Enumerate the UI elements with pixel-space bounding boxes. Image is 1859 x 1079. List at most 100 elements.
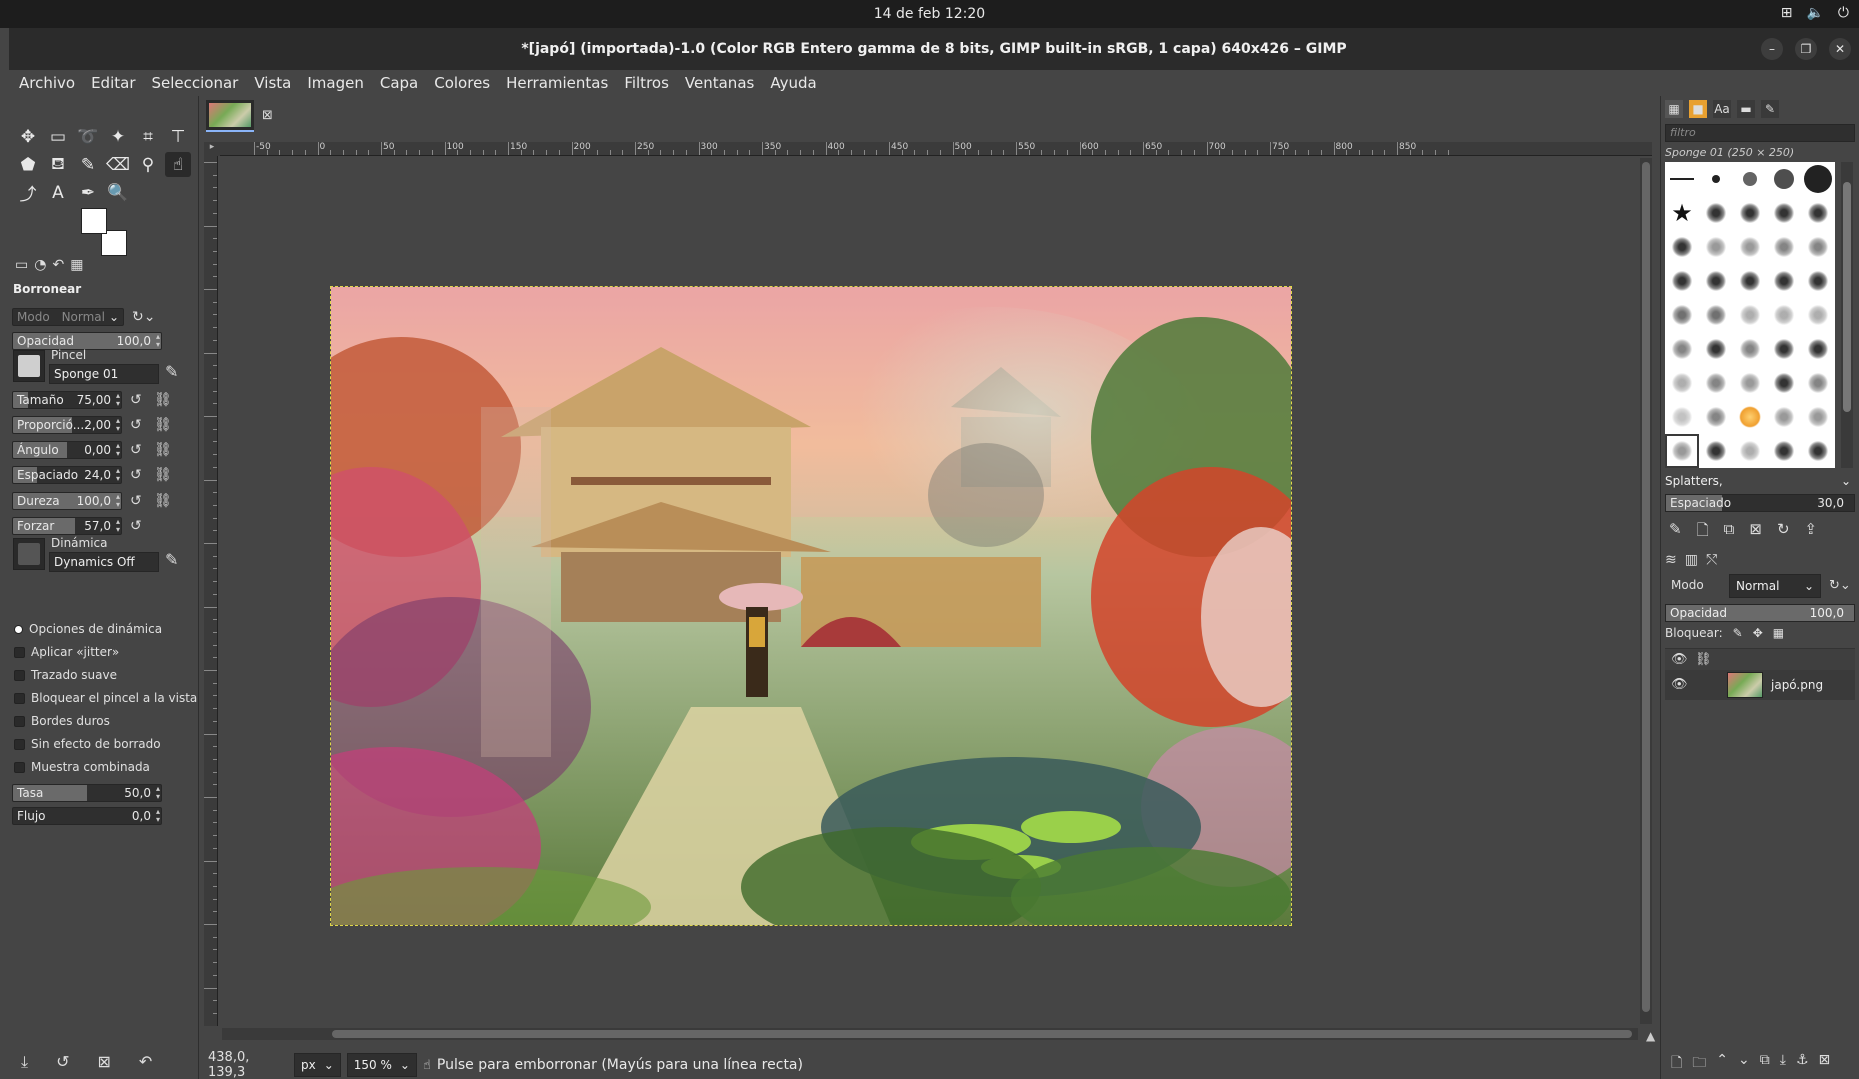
hardness-slider[interactable]: Dureza 100,0 ▴ ▾ [12, 492, 122, 510]
reset-options-icon[interactable]: ↶ [139, 1052, 152, 1072]
brush-item[interactable] [1699, 298, 1733, 332]
layer-row[interactable]: 👁 japó.png [1665, 670, 1855, 700]
mode-reset-icon[interactable]: ↻⌄ [132, 309, 155, 325]
delete-brush-icon[interactable]: ⊠ [1749, 520, 1762, 545]
brush-item[interactable] [1699, 230, 1733, 264]
layer-mode-dropdown[interactable]: Normal ⌄ [1729, 574, 1821, 598]
images-tab-icon[interactable]: ▦ [70, 257, 83, 273]
brushes-tab-icon[interactable]: ▦ [1665, 100, 1683, 118]
brush-item[interactable] [1665, 366, 1699, 400]
move-tool-icon[interactable]: ✥ [15, 124, 41, 149]
brush-item[interactable] [1733, 366, 1767, 400]
brush-item[interactable] [1699, 366, 1733, 400]
brush-item-sponge-selected[interactable] [1665, 434, 1699, 468]
hardness-reset-icon[interactable]: ↺ [130, 493, 142, 509]
lower-layer-icon[interactable]: ⌄ [1738, 1052, 1750, 1076]
brush-item[interactable] [1767, 366, 1801, 400]
zoom-dropdown[interactable]: 150 % ⌄ [346, 1053, 417, 1077]
close-image-icon[interactable]: ⊠ [262, 108, 273, 123]
brush-item[interactable] [1665, 298, 1699, 332]
smooth-stroke-checkbox[interactable] [14, 669, 25, 681]
size-slider[interactable]: Tamaño 75,00 ▴ ▾ [12, 391, 122, 409]
lock-alpha-icon[interactable]: ▦ [1773, 626, 1784, 640]
menu-imagen[interactable]: Imagen [305, 74, 365, 92]
eraser-tool-icon[interactable]: ⌫ [105, 152, 131, 177]
lock-position-icon[interactable]: ✥ [1753, 626, 1763, 640]
layer-visibility-icon[interactable]: 👁 [1671, 677, 1688, 692]
patterns-tab-icon[interactable]: ■ [1689, 100, 1707, 118]
channels-tab-icon[interactable]: ▥ [1685, 552, 1698, 568]
hardness-link-icon[interactable]: ⛓ [154, 493, 172, 509]
layers-tab-icon[interactable]: ≋ [1665, 552, 1677, 568]
paint-dynamics-tab-icon[interactable]: ✎ [1761, 100, 1779, 118]
menu-ventanas[interactable]: Ventanas [683, 74, 756, 92]
brush-item[interactable] [1665, 264, 1699, 298]
jitter-checkbox[interactable] [14, 646, 25, 658]
no-erase-checkbox[interactable] [14, 738, 25, 750]
brush-item[interactable] [1699, 400, 1733, 434]
menu-ayuda[interactable]: Ayuda [768, 74, 818, 92]
brush-item[interactable] [1801, 298, 1835, 332]
brush-preview[interactable] [13, 350, 45, 382]
raise-layer-icon[interactable]: ⌃ [1716, 1052, 1728, 1076]
menu-capa[interactable]: Capa [378, 74, 420, 92]
edit-brush-icon[interactable]: ✎ [165, 362, 178, 381]
brush-item[interactable] [1767, 264, 1801, 298]
check-smooth-stroke[interactable]: Trazado suave [14, 668, 117, 682]
anchor-layer-icon[interactable]: ⚓ [1796, 1052, 1809, 1076]
unit-dropdown[interactable]: px ⌄ [294, 1053, 341, 1077]
tool-options-tab-icon[interactable]: ▭ [15, 257, 28, 273]
check-jitter[interactable]: Aplicar «jitter» [14, 645, 119, 659]
brush-item[interactable] [1767, 332, 1801, 366]
layer-mode-reset-icon[interactable]: ↻⌄ [1829, 578, 1851, 593]
menu-seleccionar[interactable]: Seleccionar [150, 74, 241, 92]
brush-item[interactable] [1733, 434, 1767, 468]
clock[interactable]: 14 de feb 12:20 [0, 6, 1859, 22]
aspect-reset-icon[interactable]: ↺ [130, 417, 142, 433]
spacing-link-icon[interactable]: ⛓ [154, 467, 172, 483]
brush-item[interactable] [1801, 230, 1835, 264]
ruler-corner[interactable]: ▸ [204, 142, 220, 156]
brush-item[interactable] [1699, 434, 1733, 468]
sample-merged-checkbox[interactable] [14, 761, 25, 773]
brush-item[interactable] [1801, 366, 1835, 400]
new-brush-icon[interactable]: 🗋 [1697, 520, 1709, 545]
check-lock-brush[interactable]: Bloquear el pincel a la vista [14, 691, 197, 705]
spacing-slider[interactable]: Espaciado 24,0 ▴ ▾ [12, 466, 122, 484]
brush-item[interactable] [1699, 264, 1733, 298]
warp-tool-icon[interactable]: ⬟ [15, 152, 41, 177]
rect-select-tool-icon[interactable]: ▭ [45, 124, 71, 149]
brush-item[interactable] [1665, 332, 1699, 366]
transform-tool-icon[interactable]: ⊤ [165, 124, 191, 149]
edit-brush-action-icon[interactable]: ✎ [1669, 520, 1682, 545]
lasso-tool-icon[interactable]: ➰ [75, 124, 101, 149]
brush-item[interactable] [1699, 196, 1733, 230]
brush-item[interactable] [1733, 264, 1767, 298]
brush-item[interactable] [1801, 196, 1835, 230]
brush-item[interactable] [1665, 230, 1699, 264]
brush-item[interactable] [1801, 264, 1835, 298]
check-dynamics-options[interactable]: Opciones de dinámica [14, 622, 162, 636]
brush-tag-field[interactable]: Splatters, ⌄ [1665, 474, 1855, 492]
hard-edges-checkbox[interactable] [14, 715, 25, 727]
check-no-erase[interactable]: Sin efecto de borrado [14, 737, 161, 751]
image-tab[interactable] [206, 100, 254, 132]
menu-archivo[interactable]: Archivo [17, 74, 77, 92]
brush-item[interactable] [1767, 400, 1801, 434]
horizontal-scrollbar[interactable] [222, 1028, 1638, 1040]
navigate-icon[interactable]: ▲ [1646, 1029, 1655, 1043]
dynamics-name-field[interactable]: Dynamics Off [49, 552, 159, 572]
size-link-icon[interactable]: ⛓ [154, 392, 172, 408]
horizontal-ruler[interactable]: -50 0 50 100 150 200 250 300 350 400 450 500 550 600 6… [220, 142, 1652, 156]
brush-item[interactable] [1699, 162, 1733, 196]
maximize-button[interactable]: ❐ [1795, 38, 1817, 60]
menu-herramientas[interactable]: Herramientas [504, 74, 610, 92]
undo-history-tab-icon[interactable]: ↶ [52, 257, 64, 273]
aspect-slider[interactable]: Proporció... 2,00 ▴ ▾ [12, 416, 122, 434]
brush-item[interactable] [1733, 162, 1767, 196]
brush-name-field[interactable]: Sponge 01 [49, 364, 159, 384]
duplicate-layer-icon[interactable]: ⧉ [1760, 1052, 1770, 1076]
lock-brush-checkbox[interactable] [14, 692, 25, 704]
clone-tool-icon[interactable]: ⚲ [135, 152, 161, 177]
save-options-icon[interactable]: ⤓ [21, 1052, 28, 1072]
